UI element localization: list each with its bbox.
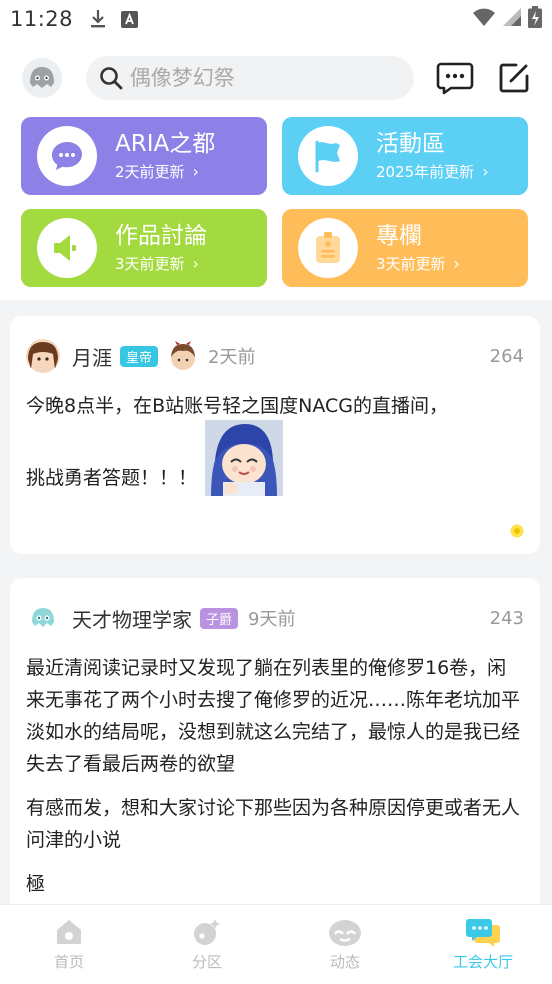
section-updated: 3天前更新 xyxy=(376,255,446,273)
section-updated: 3天前更新 xyxy=(115,255,185,273)
sticker-icon xyxy=(168,341,198,371)
nav-sections[interactable]: 分区 xyxy=(138,905,276,984)
emoji-sticker-image xyxy=(205,420,284,496)
section-column[interactable]: 專欄 3天前更新 › xyxy=(282,209,528,287)
top-header xyxy=(0,38,552,118)
post-time: 2天前 xyxy=(208,347,256,368)
feed-icon xyxy=(329,920,361,946)
section-events[interactable]: 活動區 2025年前更新 › xyxy=(282,117,528,195)
post-text: 挑战勇者答题！！！ xyxy=(26,467,198,489)
battery-icon xyxy=(528,5,542,33)
nav-home[interactable]: 首页 xyxy=(0,905,138,984)
mascot-icon xyxy=(32,608,54,627)
notification-a-icon xyxy=(121,10,139,28)
unread-dot-icon xyxy=(510,524,524,538)
rank-badge: 皇帝 xyxy=(120,345,159,367)
message-bubble-icon xyxy=(436,62,474,95)
nav-feed[interactable]: 动态 xyxy=(276,905,414,984)
section-title: 活動區 xyxy=(376,131,445,157)
section-icon-circle xyxy=(37,218,97,278)
search-bar[interactable] xyxy=(85,56,414,100)
home-icon xyxy=(57,920,81,944)
section-title: ARIA之都 xyxy=(115,131,216,157)
rank-badge: 子爵 xyxy=(200,607,239,629)
section-updated: 2天前更新 xyxy=(115,163,185,181)
nav-guild-hall[interactable]: 工会大厅 xyxy=(414,905,552,984)
search-input[interactable] xyxy=(129,66,390,90)
section-icon-circle xyxy=(37,126,97,186)
anime-avatar-icon xyxy=(26,339,60,373)
section-icon-circle xyxy=(298,218,358,278)
post-time: 9天前 xyxy=(248,609,296,630)
user-avatar[interactable] xyxy=(22,58,62,98)
status-bar: 11:28 xyxy=(0,0,552,38)
post-text: 今晚8点半，在B站账号轻之国度NACG的直播间， xyxy=(26,395,448,417)
badge-icon xyxy=(316,232,340,263)
signal-icon xyxy=(502,7,522,32)
nav-label: 工会大厅 xyxy=(452,953,513,971)
post-view-count: 264 xyxy=(489,345,524,367)
messages-button[interactable] xyxy=(436,61,474,95)
compose-button[interactable] xyxy=(498,62,530,94)
section-title: 作品討論 xyxy=(115,223,207,249)
status-time: 11:28 xyxy=(10,7,74,31)
post-view-count: 243 xyxy=(489,607,524,629)
nav-label: 动态 xyxy=(329,953,360,971)
post-username[interactable]: 天才物理学家 xyxy=(72,604,192,633)
mascot-icon xyxy=(29,67,54,88)
section-works-discussion[interactable]: 作品討論 3天前更新 › xyxy=(21,209,267,287)
post-body: 今晚8点半，在B站账号轻之国度NACG的直播间， 挑战勇者答题！！！ xyxy=(26,390,524,496)
post-text: 最近清阅读记录时又发现了躺在列表里的俺修罗16卷，闲来无事花了两个小时去搜了俺修… xyxy=(26,657,521,775)
chevron-right-icon: › xyxy=(192,254,199,273)
wifi-icon xyxy=(472,7,496,32)
post-card[interactable]: 月涯 皇帝 2天前 264 今晚8点半，在B站账号轻之国度NACG的直播间， 挑… xyxy=(10,316,540,554)
post-header: 天才物理学家 子爵 9天前 243 xyxy=(26,598,524,638)
speaker-icon xyxy=(54,235,76,261)
post-header: 月涯 皇帝 2天前 264 xyxy=(26,336,524,376)
chat-bubble-icon xyxy=(52,142,82,170)
section-updated: 2025年前更新 xyxy=(376,163,475,181)
edit-icon xyxy=(499,63,529,93)
post-text: 極 xyxy=(26,873,46,895)
section-icon-circle xyxy=(298,126,358,186)
chevron-right-icon: › xyxy=(192,162,199,181)
nav-label: 首页 xyxy=(53,953,84,971)
planet-star-icon xyxy=(194,919,220,945)
user-avatar[interactable] xyxy=(26,601,60,635)
nav-label: 分区 xyxy=(191,953,222,971)
section-aria[interactable]: ARIA之都 2天前更新 › xyxy=(21,117,267,195)
post-username[interactable]: 月涯 xyxy=(72,342,112,371)
search-icon xyxy=(99,67,123,90)
chevron-right-icon: › xyxy=(453,254,460,273)
post-card[interactable]: 天才物理学家 子爵 9天前 243 最近清阅读记录时又发现了躺在列表里的俺修罗1… xyxy=(10,578,540,918)
chat-bubbles-icon xyxy=(466,919,500,947)
post-text: 有感而发，想和大家讨论下那些因为各种原因停更或者无人问津的小说 xyxy=(26,797,521,851)
download-icon xyxy=(89,9,107,29)
chevron-right-icon: › xyxy=(482,162,489,181)
post-body: 最近清阅读记录时又发现了躺在列表里的俺修罗16卷，闲来无事花了两个小时去搜了俺修… xyxy=(26,652,524,900)
section-title: 專欄 xyxy=(376,223,422,249)
flag-icon xyxy=(315,140,340,173)
bottom-nav: 首页 分区 动态 工会大厅 xyxy=(0,904,552,984)
user-avatar[interactable] xyxy=(26,339,60,373)
